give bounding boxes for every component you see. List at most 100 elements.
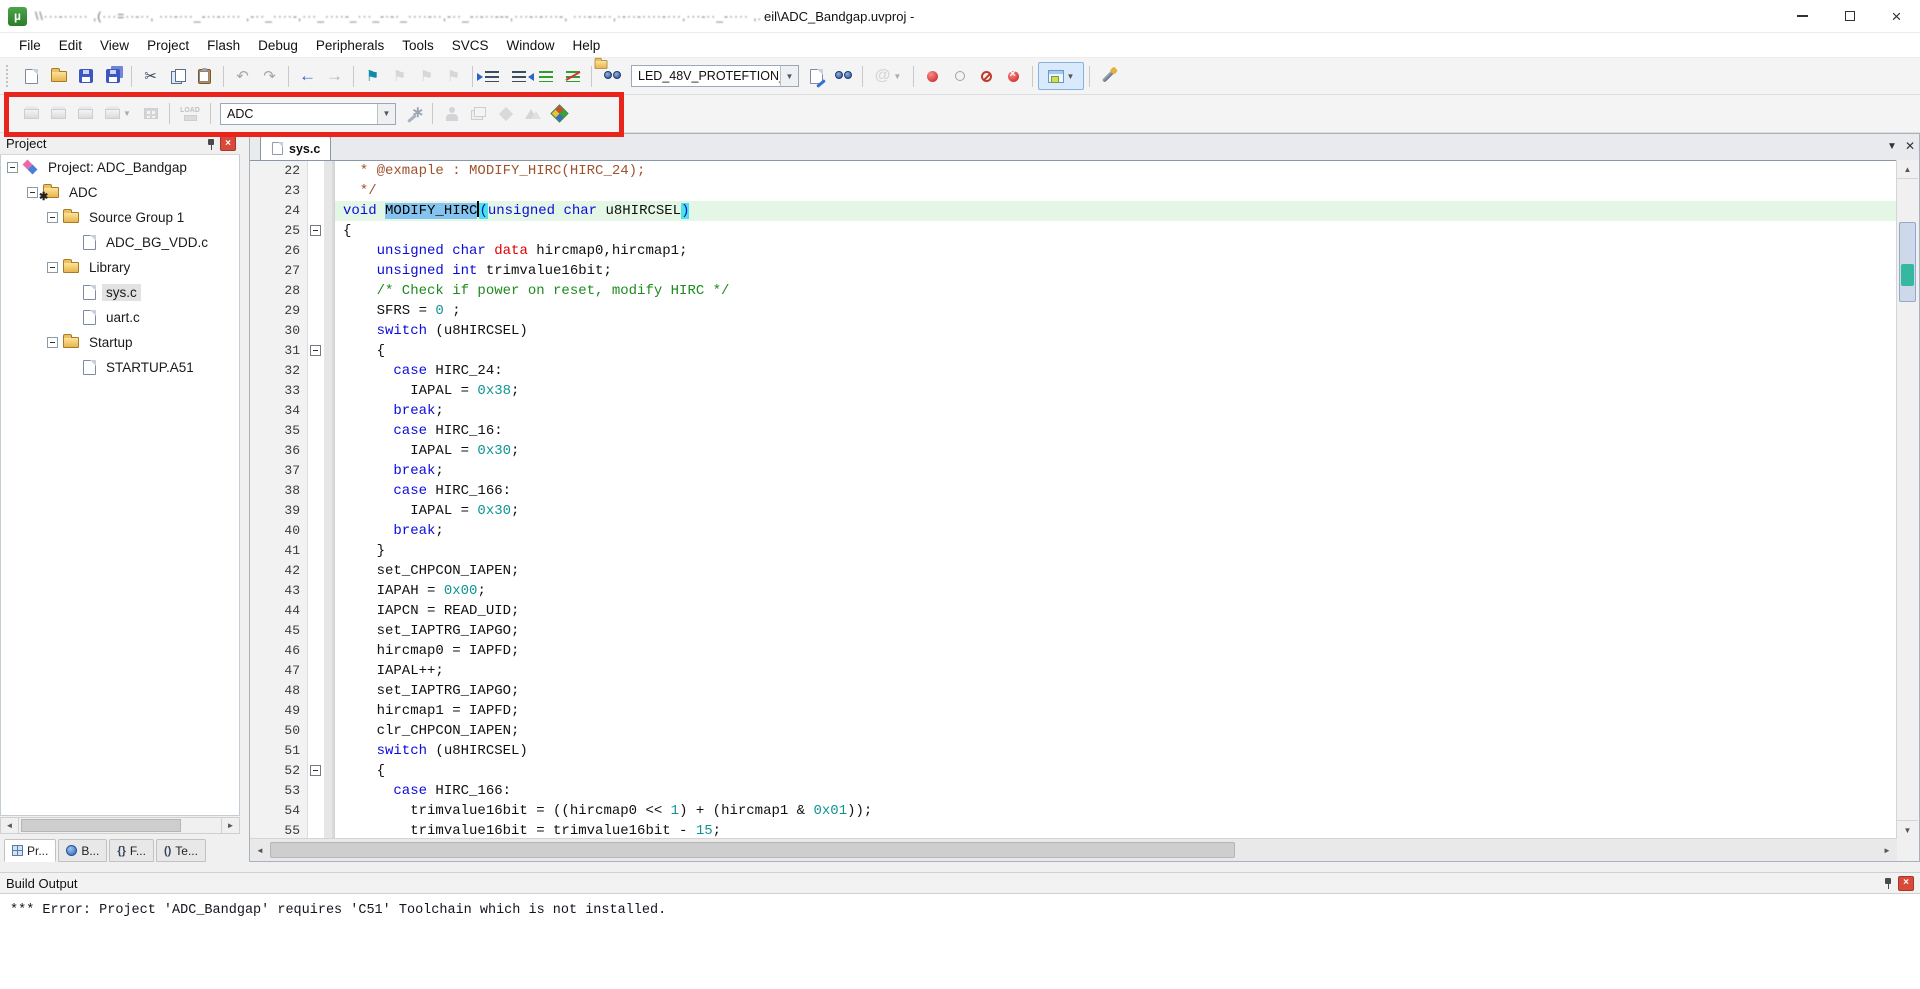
editor-hscrollbar[interactable]: ◄ ►	[250, 838, 1897, 861]
panel-tab-f[interactable]: {}F...	[109, 839, 154, 862]
disable-all-breakpoints-button[interactable]	[973, 63, 1000, 89]
target-dropdown-button[interactable]: ▼	[377, 104, 395, 124]
code-line[interactable]: 22 * @exmaple : MODIFY_HIRC(HIRC_24);	[250, 161, 1897, 181]
tree-item-library[interactable]: Library	[1, 255, 239, 280]
tree-item-uart-c[interactable]: uart.c	[1, 305, 239, 330]
panel-tab-b[interactable]: B...	[58, 839, 107, 862]
fold-collapse-icon[interactable]	[310, 765, 321, 776]
code-line[interactable]: 31 {	[250, 341, 1897, 361]
insert-breakpoint-button[interactable]	[919, 63, 946, 89]
save-all-button[interactable]	[99, 63, 126, 89]
code-line[interactable]: 26 unsigned char data hircmap0,hircmap1;	[250, 241, 1897, 261]
code-line[interactable]: 45 set_IAPTRG_IAPGO;	[250, 621, 1897, 641]
stop-build-button[interactable]	[137, 101, 164, 127]
incremental-find-button[interactable]	[803, 63, 830, 89]
tab-list-dropdown-button[interactable]: ▼	[1887, 141, 1897, 152]
code-line[interactable]: 51 switch (u8HIRCSEL)	[250, 741, 1897, 761]
menu-debug[interactable]: Debug	[249, 35, 307, 56]
tree-item-startup[interactable]: Startup	[1, 330, 239, 355]
fold-margin[interactable]	[308, 761, 324, 781]
tree-item-source-group-1[interactable]: Source Group 1	[1, 205, 239, 230]
navigate-back-button[interactable]: ←	[294, 63, 321, 89]
target-select[interactable]: ADC ▼	[220, 103, 396, 125]
pin-icon[interactable]	[206, 138, 216, 150]
download-to-flash-button[interactable]: LOAD	[175, 101, 205, 127]
build-output-close-button[interactable]: ×	[1898, 876, 1914, 891]
code-line[interactable]: 34 break;	[250, 401, 1897, 421]
code-line[interactable]: 29 SFRS = 0 ;	[250, 301, 1897, 321]
manage-runtime-environment-button[interactable]	[546, 101, 573, 127]
debug-session-button[interactable]: @▼	[868, 63, 908, 89]
tree-item-sys-c[interactable]: sys.c	[1, 280, 239, 305]
save-button[interactable]	[72, 63, 99, 89]
code-line[interactable]: 23 */	[250, 181, 1897, 201]
manage-project-items-button[interactable]	[438, 101, 465, 127]
clear-bookmarks-button[interactable]: ⚑	[440, 63, 467, 89]
find-button[interactable]	[830, 63, 857, 89]
code-line[interactable]: 36 IAPAL = 0x30;	[250, 441, 1897, 461]
prev-bookmark-button[interactable]: ⚑	[386, 63, 413, 89]
pin-icon[interactable]	[1883, 877, 1893, 889]
find-in-files-button[interactable]	[597, 63, 627, 89]
window-layout-button[interactable]: ▼	[1038, 62, 1084, 90]
cut-button[interactable]: ✂	[137, 63, 164, 89]
code-line[interactable]: 33 IAPAL = 0x38;	[250, 381, 1897, 401]
panel-tab-te[interactable]: ()Te...	[156, 839, 206, 862]
options-for-target-button[interactable]	[400, 101, 427, 127]
translate-button[interactable]	[18, 101, 45, 127]
code-editor[interactable]: 22 * @exmaple : MODIFY_HIRC(HIRC_24);23 …	[250, 160, 1897, 839]
menu-file[interactable]: File	[10, 35, 50, 56]
project-panel-hscrollbar[interactable]: ◄ ►	[0, 817, 240, 834]
redo-button[interactable]: ↷	[256, 63, 283, 89]
next-bookmark-button[interactable]: ⚑	[413, 63, 440, 89]
open-file-button[interactable]	[45, 63, 72, 89]
toolbar-grip[interactable]	[6, 103, 14, 125]
fold-collapse-icon[interactable]	[310, 225, 321, 236]
code-line[interactable]: 42 set_CHPCON_IAPEN;	[250, 561, 1897, 581]
code-line[interactable]: 50 clr_CHPCON_IAPEN;	[250, 721, 1897, 741]
menu-help[interactable]: Help	[564, 35, 610, 56]
code-line[interactable]: 28 /* Check if power on reset, modify HI…	[250, 281, 1897, 301]
search-dropdown-button[interactable]: ▼	[780, 66, 798, 86]
code-line[interactable]: 40 break;	[250, 521, 1897, 541]
code-line[interactable]: 30 switch (u8HIRCSEL)	[250, 321, 1897, 341]
navigate-forward-button[interactable]: →	[321, 63, 348, 89]
paste-button[interactable]	[191, 63, 218, 89]
unindent-button[interactable]	[478, 63, 505, 89]
code-line[interactable]: 27 unsigned int trimvalue16bit;	[250, 261, 1897, 281]
menu-project[interactable]: Project	[138, 35, 198, 56]
select-software-packs-button[interactable]	[492, 101, 519, 127]
expand-collapse-toggle[interactable]	[47, 262, 58, 273]
maximize-button[interactable]	[1826, 0, 1873, 33]
file-extensions-button[interactable]	[465, 101, 492, 127]
search-combobox[interactable]: LED_48V_PROTEFTION_R ▼	[631, 65, 799, 87]
scroll-up-button[interactable]: ▲	[1897, 160, 1918, 179]
enable-breakpoint-button[interactable]	[946, 63, 973, 89]
code-line[interactable]: 53 case HIRC_166:	[250, 781, 1897, 801]
menu-window[interactable]: Window	[497, 35, 563, 56]
code-line[interactable]: 43 IAPAH = 0x00;	[250, 581, 1897, 601]
batch-build-button[interactable]: ▼	[99, 101, 137, 127]
toggle-bookmark-button[interactable]: ⚑	[359, 63, 386, 89]
panel-tab-pr[interactable]: Pr...	[4, 839, 56, 862]
scroll-left-button[interactable]: ◄	[1, 818, 19, 833]
scroll-right-button[interactable]: ►	[221, 818, 239, 833]
scrollbar-thumb[interactable]	[21, 819, 181, 832]
code-line[interactable]: 35 case HIRC_16:	[250, 421, 1897, 441]
code-line[interactable]: 55 trimvalue16bit = trimvalue16bit - 15;	[250, 821, 1897, 839]
code-line[interactable]: 47 IAPAL++;	[250, 661, 1897, 681]
expand-collapse-toggle[interactable]	[7, 162, 18, 173]
build-button[interactable]	[45, 101, 72, 127]
toolbar-grip[interactable]	[6, 65, 14, 87]
tree-item-adc-bg-vdd-c[interactable]: ADC_BG_VDD.c	[1, 230, 239, 255]
code-line[interactable]: 24void MODIFY_HIRC(unsigned char u8HIRCS…	[250, 201, 1897, 221]
kill-all-breakpoints-button[interactable]	[1000, 63, 1027, 89]
tab-sys-c[interactable]: sys.c	[260, 136, 331, 160]
rebuild-button[interactable]	[72, 101, 99, 127]
project-panel-close-button[interactable]: ×	[220, 136, 236, 151]
code-line[interactable]: 37 break;	[250, 461, 1897, 481]
fold-collapse-icon[interactable]	[310, 345, 321, 356]
code-line[interactable]: 39 IAPAL = 0x30;	[250, 501, 1897, 521]
code-line[interactable]: 41 }	[250, 541, 1897, 561]
menu-edit[interactable]: Edit	[50, 35, 91, 56]
